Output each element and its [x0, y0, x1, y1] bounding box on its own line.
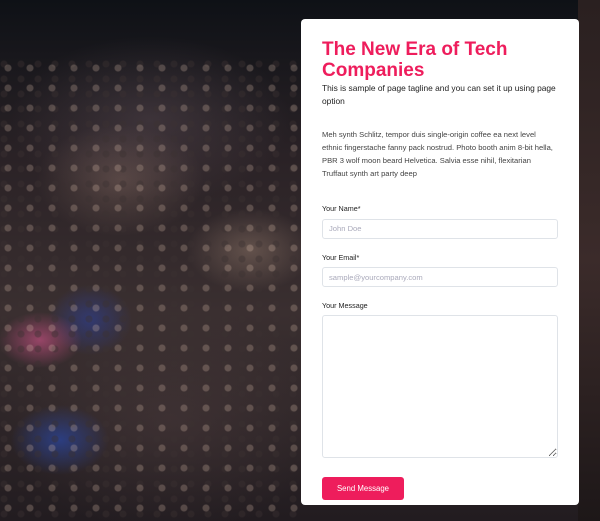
form-title: The New Era of Tech Companies	[322, 39, 508, 81]
form-description: Meh synth Schlitz, tempor duis single-or…	[322, 130, 553, 178]
name-field-group: Your Name*	[322, 204, 558, 239]
name-input[interactable]	[322, 218, 558, 239]
audience-crowd	[0, 60, 300, 521]
name-label: Your Name*	[322, 204, 361, 213]
message-field-group: Your Message	[322, 301, 558, 463]
photo-edge	[578, 0, 600, 521]
email-field-group: Your Email*	[322, 252, 558, 287]
email-label: Your Email*	[322, 252, 360, 262]
form-tagline: This is sample of page tagline and you c…	[322, 83, 556, 106]
email-input[interactable]	[322, 267, 558, 287]
send-message-button[interactable]: Send Message	[322, 477, 404, 500]
contact-form-card: The New Era of Tech Companies This is sa…	[301, 19, 579, 505]
message-label: Your Message	[322, 301, 368, 310]
message-textarea[interactable]	[322, 315, 558, 458]
